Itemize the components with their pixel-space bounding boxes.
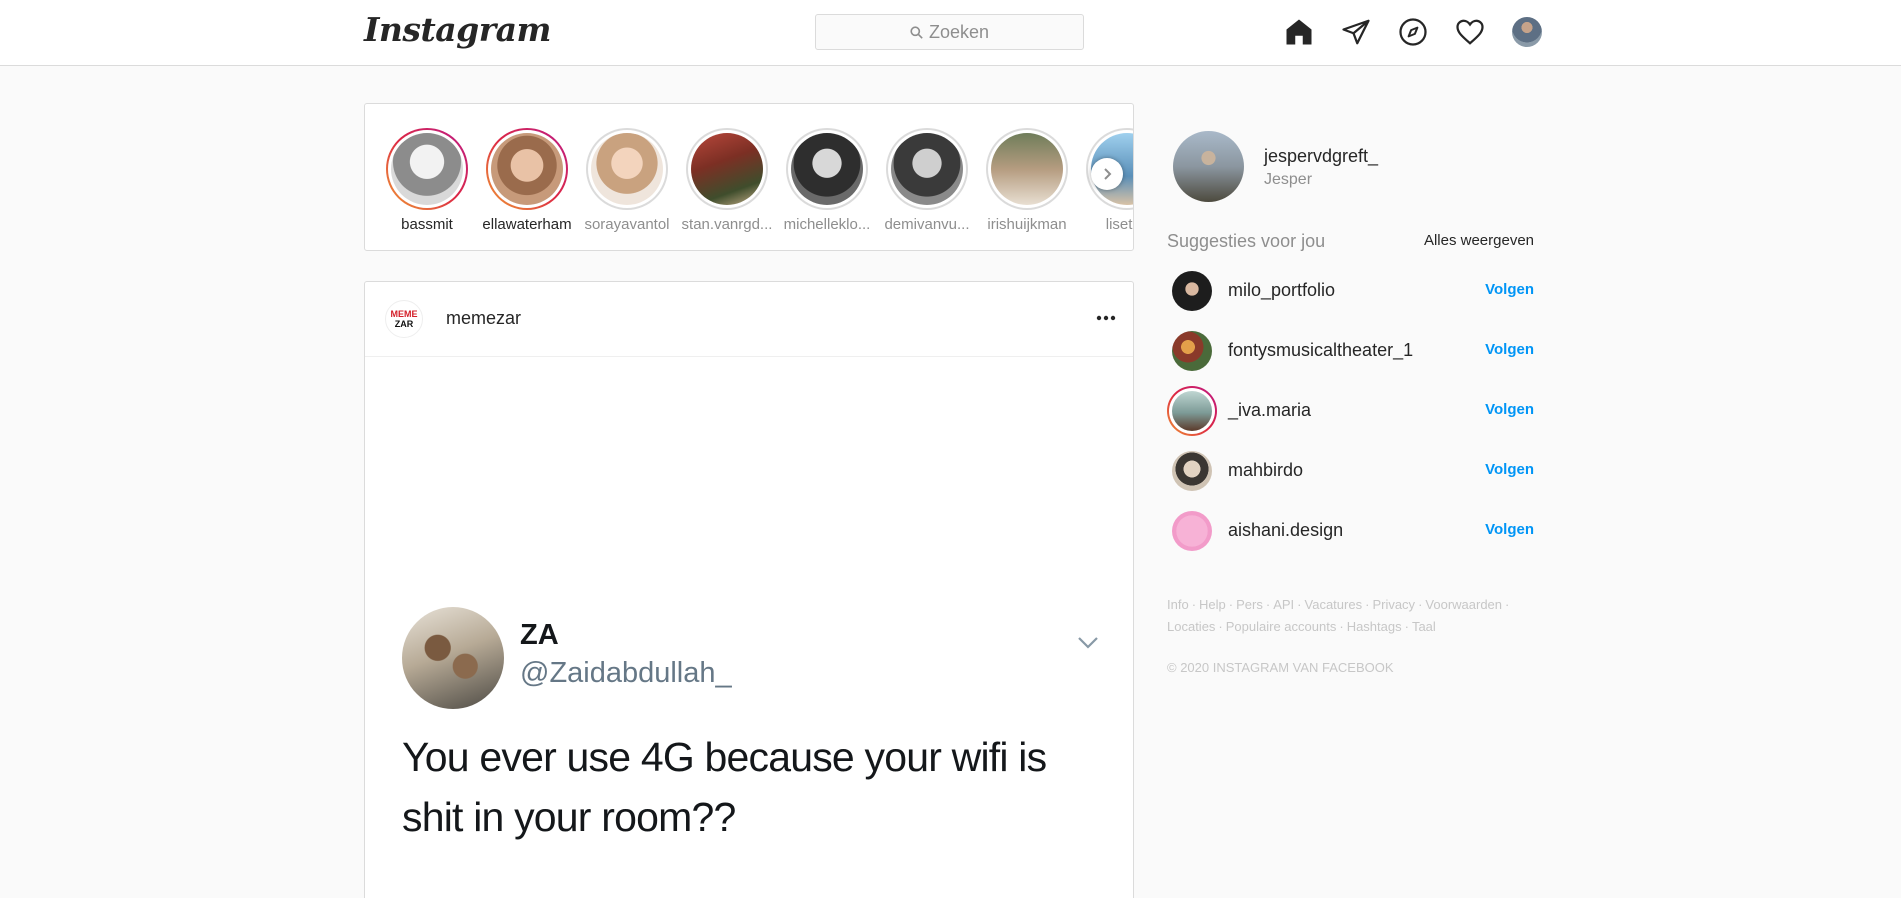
stories-tray: bassmit ellawaterham sorayavantol stan.v… <box>364 103 1134 251</box>
suggestion-username[interactable]: milo_portfolio <box>1228 280 1335 301</box>
suggestion-avatar[interactable] <box>1172 511 1212 551</box>
story-item[interactable]: bassmit <box>377 128 477 233</box>
tweet-author-name: ZA <box>520 619 559 651</box>
footer-link-hashtags[interactable]: Hashtags <box>1347 619 1402 634</box>
avatar <box>1512 17 1542 47</box>
copyright-text: © 2020 INSTAGRAM VAN FACEBOOK <box>1167 660 1394 675</box>
more-horizontal-icon <box>1096 315 1116 321</box>
follow-button[interactable]: Volgen <box>1485 461 1534 478</box>
avatar-logo-text-bottom: ZAR <box>394 319 414 329</box>
footer-link-privacy[interactable]: Privacy <box>1372 597 1415 612</box>
avatar-logo-text-top: MEME <box>390 309 418 319</box>
story-ring <box>586 128 668 210</box>
story-item[interactable]: demivanvu... <box>877 128 977 233</box>
story-item[interactable]: ellawaterham <box>477 128 577 233</box>
instagram-logo[interactable]: Instagram <box>364 10 551 49</box>
story-item[interactable]: michelleklo... <box>777 128 877 233</box>
top-navigation: Instagram Zoeken <box>0 0 1901 66</box>
post-image[interactable]: ZA @Zaidabdullah_ You ever use 4G becaus… <box>365 357 1133 898</box>
search-icon <box>910 25 923 39</box>
story-ring <box>486 128 568 210</box>
story-ring <box>886 128 968 210</box>
explore-compass-icon[interactable] <box>1397 16 1429 48</box>
story-username: bassmit <box>401 216 453 233</box>
story-avatar <box>491 133 563 205</box>
story-username: lisetdc <box>1105 216 1133 233</box>
post-author-username[interactable]: memezar <box>446 308 521 329</box>
story-avatar <box>991 133 1063 205</box>
suggestion-row: _iva.maria Volgen <box>1167 386 1534 436</box>
story-avatar <box>891 133 963 205</box>
suggestion-avatar[interactable] <box>1167 386 1217 436</box>
story-ring <box>386 128 468 210</box>
post-header: MEME ZAR memezar <box>365 282 1133 357</box>
suggestion-username[interactable]: _iva.maria <box>1228 400 1311 421</box>
chevron-right-icon <box>1104 168 1112 180</box>
suggestion-row: milo_portfolio Volgen <box>1167 266 1534 316</box>
suggestion-row: aishani.design Volgen <box>1167 506 1534 556</box>
suggestion-avatar[interactable] <box>1172 271 1212 311</box>
see-all-link[interactable]: Alles weergeven <box>1423 232 1534 249</box>
footer-link-press[interactable]: Pers <box>1236 597 1263 612</box>
suggestion-row: mahbirdo Volgen <box>1167 446 1534 496</box>
current-user-fullname: Jesper <box>1264 171 1313 188</box>
search-input[interactable]: Zoeken <box>815 14 1084 50</box>
story-avatar <box>691 133 763 205</box>
tweet-author-avatar <box>402 607 504 709</box>
profile-avatar[interactable] <box>1511 16 1543 48</box>
footer-link-locations[interactable]: Locaties <box>1167 619 1215 634</box>
search-placeholder: Zoeken <box>928 21 990 42</box>
story-item[interactable]: stan.vanrgd... <box>677 128 777 233</box>
suggestions-title: Suggesties voor jou <box>1167 231 1326 251</box>
footer-link-language[interactable]: Taal <box>1412 619 1436 634</box>
story-username: irishuijkman <box>987 216 1067 233</box>
story-ring <box>986 128 1068 210</box>
chevron-down-icon <box>1078 637 1098 649</box>
story-avatar <box>391 133 463 205</box>
follow-button[interactable]: Volgen <box>1485 521 1534 538</box>
footer-link-help[interactable]: Help <box>1199 597 1226 612</box>
current-user-username[interactable]: jespervdgreft_ <box>1264 146 1378 167</box>
footer-link-top-accounts[interactable]: Populaire accounts <box>1226 619 1337 634</box>
follow-button[interactable]: Volgen <box>1485 401 1534 418</box>
story-avatar <box>791 133 863 205</box>
story-username: stan.vanrgd... <box>681 216 773 233</box>
story-username: sorayavantol <box>584 216 670 233</box>
story-item[interactable]: irishuijkman <box>977 128 1077 233</box>
story-username: ellawaterham <box>482 216 572 233</box>
tweet-text: You ever use 4G because your wifi is shi… <box>402 734 1047 840</box>
story-ring <box>686 128 768 210</box>
post-author-avatar[interactable]: MEME ZAR <box>385 300 423 338</box>
activity-heart-icon[interactable] <box>1454 16 1486 48</box>
footer-link-info[interactable]: Info <box>1167 597 1189 612</box>
story-avatar <box>591 133 663 205</box>
suggestion-username[interactable]: aishani.design <box>1228 520 1343 541</box>
suggestion-avatar[interactable] <box>1172 451 1212 491</box>
story-username: michelleklo... <box>783 216 871 233</box>
suggestion-avatar[interactable] <box>1172 331 1212 371</box>
story-item[interactable]: sorayavantol <box>577 128 677 233</box>
suggestion-username[interactable]: mahbirdo <box>1228 460 1303 481</box>
footer-link-api[interactable]: API <box>1273 597 1294 612</box>
footer-link-terms[interactable]: Voorwaarden <box>1425 597 1502 612</box>
more-options-button[interactable] <box>1091 306 1121 330</box>
direct-message-icon[interactable] <box>1340 16 1372 48</box>
feed-post: MEME ZAR memezar ZA @Zaidabdullah_ You e… <box>364 281 1134 898</box>
suggestion-username[interactable]: fontysmusicaltheater_1 <box>1228 340 1413 361</box>
follow-button[interactable]: Volgen <box>1485 281 1534 298</box>
stories-next-button[interactable] <box>1091 158 1123 190</box>
nav-icon-bar <box>1283 15 1543 49</box>
home-icon[interactable] <box>1283 16 1315 48</box>
story-ring <box>786 128 868 210</box>
tweet-author-handle: @Zaidabdullah_ <box>520 657 732 689</box>
follow-button[interactable]: Volgen <box>1485 341 1534 358</box>
story-username: demivanvu... <box>884 216 970 233</box>
footer-links: Info · Help · Pers · API · Vacatures · Privacy · Voo… <box>1167 597 1510 634</box>
suggestion-row: fontysmusicaltheater_1 Volgen <box>1167 326 1534 376</box>
footer-link-jobs[interactable]: Vacatures <box>1305 597 1363 612</box>
current-user-avatar[interactable] <box>1173 131 1244 202</box>
